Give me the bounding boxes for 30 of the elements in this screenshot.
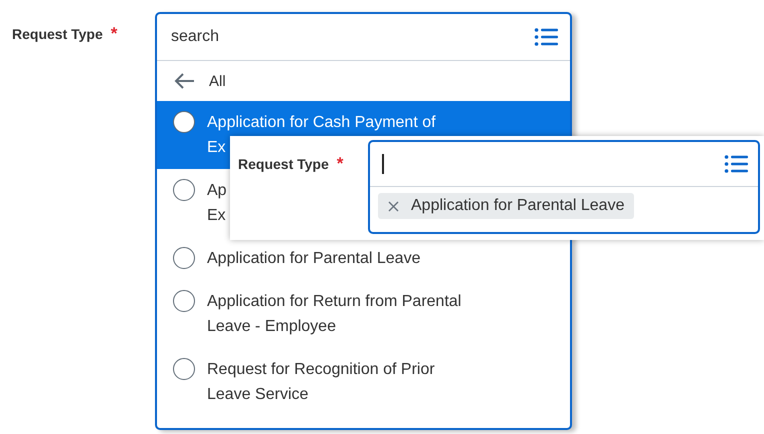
option-text: Application for Parental Leave <box>207 249 420 269</box>
option-row[interactable]: Request for Recognition of Prior Leave Service <box>157 348 570 416</box>
list-icon[interactable] <box>534 27 558 47</box>
select-field[interactable]: Application for Parental Leave <box>368 140 760 234</box>
radio-button[interactable] <box>173 358 195 380</box>
option-text: Ex <box>207 206 227 226</box>
field-label: Request Type <box>12 26 103 42</box>
radio-button[interactable] <box>173 111 195 133</box>
close-icon[interactable] <box>388 200 399 212</box>
option-text: Leave Service <box>207 385 310 405</box>
option-row[interactable]: Application for Parental Leave <box>157 237 570 280</box>
radio-button[interactable] <box>173 290 195 312</box>
option-text: Request for Recognition of Prior <box>207 360 435 380</box>
option-text: Leave - Employee <box>207 317 337 337</box>
text-cursor <box>382 154 384 174</box>
option-row[interactable]: Application for Return from Parental Leave - Employee <box>157 280 570 348</box>
radio-button[interactable] <box>173 247 195 269</box>
search-field[interactable]: search <box>169 27 473 47</box>
back-arrow-icon[interactable] <box>173 72 195 90</box>
option-text: Application for Cash Payment of <box>207 113 436 133</box>
option-text: Application for Return from Parental <box>207 292 462 312</box>
selected-chip[interactable]: Application for Parental Leave <box>378 193 634 219</box>
radio-button[interactable] <box>173 179 195 201</box>
option-text: Ex <box>207 138 227 158</box>
back-label[interactable]: All <box>209 72 226 90</box>
field-label: Request Type <box>238 156 329 172</box>
list-icon[interactable] <box>724 154 748 174</box>
chip-label: Application for Parental Leave <box>411 197 624 215</box>
option-text: Ap <box>207 181 227 201</box>
required-mark: * <box>110 24 118 44</box>
